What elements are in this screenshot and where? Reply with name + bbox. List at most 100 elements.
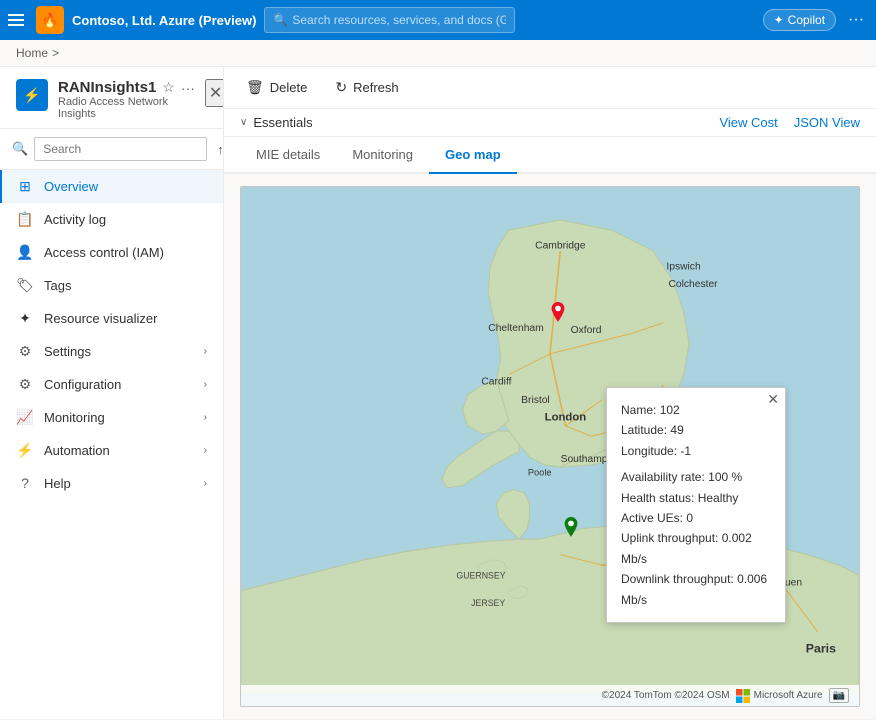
sidebar-item-monitoring[interactable]: 📈 Monitoring › <box>0 401 223 434</box>
activity-log-icon: 📋 <box>16 211 34 228</box>
sidebar-item-settings[interactable]: ⚙ Settings › <box>0 335 223 368</box>
sidebar-title-block: RANInsights1 ☆ ··· Radio Access Network … <box>58 79 195 120</box>
help-icon: ? <box>16 475 34 491</box>
essentials-right: View Cost JSON View <box>719 115 860 130</box>
breadcrumb-separator: > <box>52 46 59 60</box>
map-footer-azure-label: Microsoft Azure <box>754 690 823 701</box>
popup-health-row: Health status: Healthy <box>621 488 771 508</box>
map-pin-green-2[interactable] <box>561 517 581 537</box>
map-camera-icon[interactable]: 📷 <box>829 688 849 703</box>
map-wrapper[interactable]: Cambridge Ipswich Colchester Cheltenham … <box>240 186 860 707</box>
sidebar-item-activity-log[interactable]: 📋 Activity log <box>0 203 223 236</box>
essentials-label: Essentials <box>253 115 312 130</box>
svg-text:Cheltenham: Cheltenham <box>488 323 543 334</box>
popup-uplink-row: Uplink throughput: 0.002 Mb/s <box>621 528 771 569</box>
azure-logo-icon: 🔥 <box>36 6 64 34</box>
sidebar-item-label-help: Help <box>44 476 71 491</box>
map-footer-azure: Microsoft Azure <box>736 689 823 703</box>
essentials-chevron-icon[interactable]: ∨ <box>240 117 247 128</box>
breadcrumb-home[interactable]: Home <box>16 46 48 60</box>
svg-text:Cardiff: Cardiff <box>481 377 511 388</box>
windows-logo-icon <box>736 689 750 703</box>
tags-icon: 🏷 <box>16 277 34 294</box>
json-view-button[interactable]: JSON View <box>794 115 860 130</box>
sidebar-search-area: 🔍 ↑ « <box>0 129 223 170</box>
svg-text:Paris: Paris <box>806 642 836 656</box>
resource-visualizer-icon: ✦ <box>16 310 34 327</box>
popup-lat-row: Latitude: 49 <box>621 420 771 440</box>
tab-mie-details[interactable]: MIE details <box>240 137 336 174</box>
popup-name-value: 102 <box>660 403 680 417</box>
delete-button[interactable]: 🗑 Delete <box>240 75 313 100</box>
map-pin-red[interactable] <box>548 302 568 322</box>
popup-name-label: Name: <box>621 403 656 417</box>
popup-ues-value: 0 <box>686 511 693 525</box>
sidebar-search-input[interactable] <box>34 137 207 161</box>
sidebar-item-access-control[interactable]: 👤 Access control (IAM) <box>0 236 223 269</box>
essentials-left: ∨ Essentials <box>240 115 313 130</box>
global-search-box[interactable]: 🔍 <box>264 7 514 33</box>
popup-avail-row: Availability rate: 100 % <box>621 467 771 487</box>
sidebar-item-label-overview: Overview <box>44 179 98 194</box>
top-navigation-bar: 🔥 Contoso, Ltd. Azure (Preview) 🔍 ✦ Copi… <box>0 0 876 40</box>
popup-lat-value: 49 <box>670 423 683 437</box>
sidebar-resource-subtitle: Radio Access Network Insights <box>58 96 195 120</box>
settings-chevron-icon: › <box>204 346 207 357</box>
toolbar: 🗑 Delete ↻ Refresh <box>224 67 876 109</box>
svg-text:Bristol: Bristol <box>521 395 550 406</box>
more-options-icon[interactable]: ··· <box>844 7 868 33</box>
sidebar-navigation: ⊞ Overview 📋 Activity log 👤 Access contr… <box>0 170 223 719</box>
sidebar-search-icon: 🔍 <box>12 141 28 157</box>
svg-text:Poole: Poole <box>528 467 552 477</box>
sidebar-item-resource-visualizer[interactable]: ✦ Resource visualizer <box>0 302 223 335</box>
sidebar-item-label-settings: Settings <box>44 344 91 359</box>
sidebar: ⚡ RANInsights1 ☆ ··· Radio Access Networ… <box>0 67 224 719</box>
configuration-icon: ⚙ <box>16 376 34 393</box>
sidebar-item-label-configuration: Configuration <box>44 377 121 392</box>
sidebar-search-actions: ↑ « <box>213 140 224 159</box>
sidebar-search-prev-button[interactable]: ↑ <box>213 140 224 159</box>
map-footer: ©2024 TomTom ©2024 OSM Microsoft Azure 📷 <box>241 685 859 706</box>
monitoring-chevron-icon: › <box>204 412 207 423</box>
popup-lon-label: Longitude: <box>621 444 677 458</box>
hamburger-menu[interactable] <box>8 10 28 30</box>
main-layout: ⚡ RANInsights1 ☆ ··· Radio Access Networ… <box>0 67 876 719</box>
sidebar-more-icon[interactable]: ··· <box>181 80 195 96</box>
sidebar-item-help[interactable]: ? Help › <box>0 467 223 499</box>
essentials-bar: ∨ Essentials View Cost JSON View <box>224 109 876 137</box>
svg-text:GUERNSEY: GUERNSEY <box>456 570 505 580</box>
breadcrumb: Home > <box>0 40 876 67</box>
favorite-star-icon[interactable]: ☆ <box>162 79 175 96</box>
sidebar-item-tags[interactable]: 🏷 Tags <box>0 269 223 302</box>
svg-text:Cambridge: Cambridge <box>535 241 586 252</box>
sidebar-item-label-activity-log: Activity log <box>44 212 106 227</box>
overview-icon: ⊞ <box>16 178 34 195</box>
popup-lon-value: -1 <box>680 444 691 458</box>
svg-text:JERSEY: JERSEY <box>471 598 505 608</box>
map-popup-close-button[interactable]: ✕ <box>767 392 779 406</box>
popup-avail-label: Availability rate: <box>621 470 705 484</box>
tab-monitoring[interactable]: Monitoring <box>336 137 429 174</box>
sidebar-close-button[interactable]: ✕ <box>205 79 224 107</box>
copilot-button[interactable]: ✦ Copilot <box>763 9 836 31</box>
sidebar-item-label-automation: Automation <box>44 443 110 458</box>
popup-downlink-row: Downlink throughput: 0.006 Mb/s <box>621 569 771 610</box>
sidebar-item-overview[interactable]: ⊞ Overview <box>0 170 223 203</box>
delete-icon: 🗑 <box>246 79 264 96</box>
copilot-icon: ✦ <box>774 13 784 27</box>
sidebar-item-label-monitoring: Monitoring <box>44 410 105 425</box>
sidebar-header: ⚡ RANInsights1 ☆ ··· Radio Access Networ… <box>0 67 223 129</box>
global-search-input[interactable] <box>292 13 505 27</box>
sidebar-item-automation[interactable]: ⚡ Automation › <box>0 434 223 467</box>
popup-health-label: Health status: <box>621 491 694 505</box>
sidebar-item-configuration[interactable]: ⚙ Configuration › <box>0 368 223 401</box>
refresh-button[interactable]: ↻ Refresh <box>329 75 404 100</box>
automation-icon: ⚡ <box>16 442 34 459</box>
settings-icon: ⚙ <box>16 343 34 360</box>
svg-text:Oxford: Oxford <box>571 325 602 336</box>
svg-text:Ipswich: Ipswich <box>666 261 701 272</box>
popup-downlink-label: Downlink throughput: <box>621 572 734 586</box>
view-cost-button[interactable]: View Cost <box>719 115 777 130</box>
tab-geo-map[interactable]: Geo map <box>429 137 517 174</box>
help-chevron-icon: › <box>204 478 207 489</box>
